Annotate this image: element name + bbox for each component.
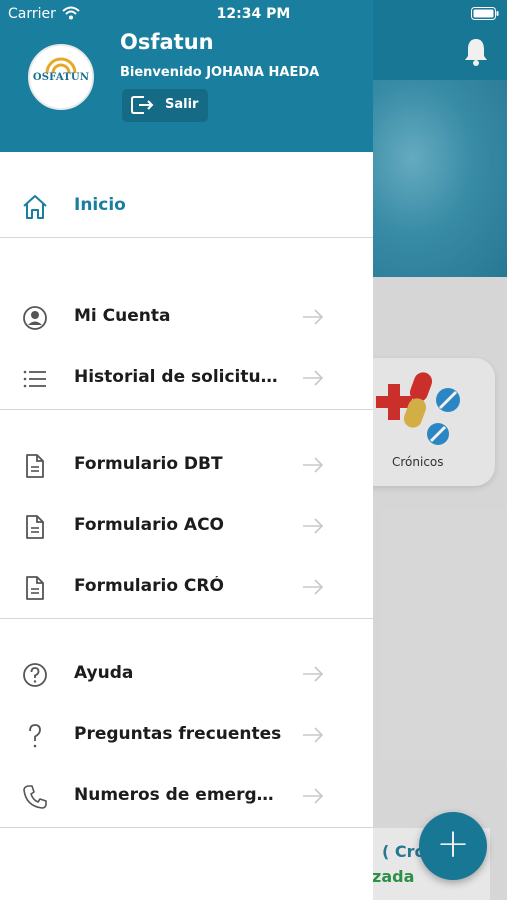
divider bbox=[0, 827, 373, 828]
menu-label: Numeros de emergencia bbox=[74, 785, 284, 805]
menu-item-preguntas[interactable]: Preguntas frecuentes bbox=[0, 709, 373, 761]
logout-button[interactable]: Salir bbox=[122, 89, 208, 122]
document-icon bbox=[26, 515, 44, 539]
list-icon bbox=[23, 370, 46, 388]
menu-item-formulario-aco[interactable]: Formulario ACO bbox=[0, 500, 373, 552]
home-icon bbox=[23, 195, 47, 219]
welcome-text: Bienvenido JOHANA HAEDA bbox=[120, 65, 320, 80]
battery-icon bbox=[471, 7, 499, 20]
logout-icon bbox=[131, 96, 154, 114]
menu-item-historial[interactable]: Historial de solicitudes bbox=[0, 352, 373, 404]
arrow-right-icon bbox=[303, 518, 324, 534]
menu-item-formulario-dbt[interactable]: Formulario DBT bbox=[0, 439, 373, 491]
menu-label: Formulario DBT bbox=[74, 454, 223, 474]
status-bar: Carrier 12:34 PM bbox=[0, 0, 507, 28]
user-circle-icon bbox=[23, 306, 47, 330]
divider bbox=[0, 618, 373, 619]
arrow-right-icon bbox=[303, 788, 324, 804]
logo-text: OSFATUN bbox=[32, 72, 90, 83]
arrow-right-icon bbox=[303, 727, 324, 743]
osfatun-logo: OSFATUN bbox=[28, 44, 94, 110]
question-icon bbox=[29, 724, 41, 748]
sun-logo-icon bbox=[45, 57, 77, 74]
menu-item-inicio[interactable]: Inicio bbox=[0, 180, 373, 232]
document-icon bbox=[26, 576, 44, 600]
document-icon bbox=[26, 454, 44, 478]
phone-icon bbox=[23, 785, 47, 809]
divider bbox=[0, 237, 373, 238]
menu-item-emergencias[interactable]: Numeros de emergencia bbox=[0, 770, 373, 822]
menu-label: Inicio bbox=[74, 195, 126, 215]
arrow-right-icon bbox=[303, 579, 324, 595]
menu-label: Historial de solicitudes bbox=[74, 367, 284, 387]
arrow-right-icon bbox=[303, 666, 324, 682]
menu-item-ayuda[interactable]: Ayuda bbox=[0, 648, 373, 700]
divider bbox=[0, 409, 373, 410]
menu-label: Mi Cuenta bbox=[74, 306, 171, 326]
menu-label: Formulario CRÓ bbox=[74, 576, 224, 596]
logout-label: Salir bbox=[165, 97, 199, 112]
menu-item-mi-cuenta[interactable]: Mi Cuenta bbox=[0, 291, 373, 343]
app-title: Osfatun bbox=[120, 30, 214, 54]
help-circle-icon bbox=[23, 663, 47, 687]
side-drawer: OSFATUN Osfatun Bienvenido JOHANA HAEDA … bbox=[0, 0, 373, 900]
arrow-right-icon bbox=[303, 370, 324, 386]
menu-label: Formulario ACO bbox=[74, 515, 224, 535]
menu-label: Ayuda bbox=[74, 663, 134, 683]
arrow-right-icon bbox=[303, 457, 324, 473]
menu-item-formulario-cro[interactable]: Formulario CRÓ bbox=[0, 561, 373, 613]
status-time: 12:34 PM bbox=[216, 6, 291, 22]
arrow-right-icon bbox=[303, 309, 324, 325]
menu-label: Preguntas frecuentes bbox=[74, 724, 282, 744]
drawer-overlay[interactable] bbox=[372, 0, 507, 900]
